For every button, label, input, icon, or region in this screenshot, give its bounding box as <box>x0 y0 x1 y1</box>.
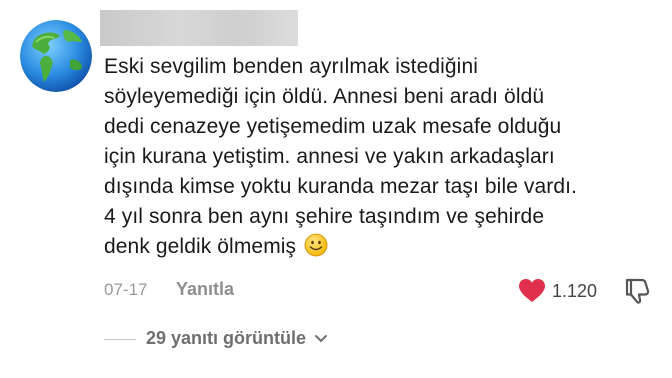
comment-line-last: denk geldik ölmemiş <box>104 232 664 266</box>
username-redacted <box>100 10 298 46</box>
comment-date: 07-17 <box>104 280 148 299</box>
avatar[interactable] <box>20 20 92 92</box>
chevron-down-icon <box>314 328 328 349</box>
replies-divider <box>104 339 136 340</box>
comment-line: dışında kimse yoktu kuranda mezar taşı b… <box>104 175 578 198</box>
comment-line: 4 yıl sonra ben aynı şehire taşındım ve … <box>104 205 545 228</box>
comment-line: denk geldik ölmemiş <box>104 235 297 258</box>
heart-icon <box>519 279 545 302</box>
smiley-emoji-icon <box>304 233 328 266</box>
comment-line: dedi cenazeye yetişemedim uzak mesafe ol… <box>104 115 562 138</box>
comment-meta: 07-17 Yanıtla 1.120 <box>104 276 664 306</box>
comment-line: Eski sevgilim benden ayrılmak istediğini <box>104 55 478 78</box>
comment-line: söyleyemediği için öldü. Annesi beni ara… <box>104 85 545 108</box>
globe-avatar-icon <box>20 20 92 92</box>
reply-button[interactable]: Yanıtla <box>176 279 234 300</box>
dislike-icon[interactable] <box>622 276 652 311</box>
like-button[interactable]: 1.120 <box>518 276 597 306</box>
view-replies-button[interactable]: 29 yanıtı görüntüle <box>146 328 328 349</box>
like-count: 1.120 <box>552 280 598 301</box>
comment-text: Eski sevgilim benden ayrılmak istediğini… <box>104 52 664 266</box>
view-replies-label: 29 yanıtı görüntüle <box>146 328 307 348</box>
comment-line: için kurana yetiştim. annesi ve yakın ar… <box>104 145 555 168</box>
